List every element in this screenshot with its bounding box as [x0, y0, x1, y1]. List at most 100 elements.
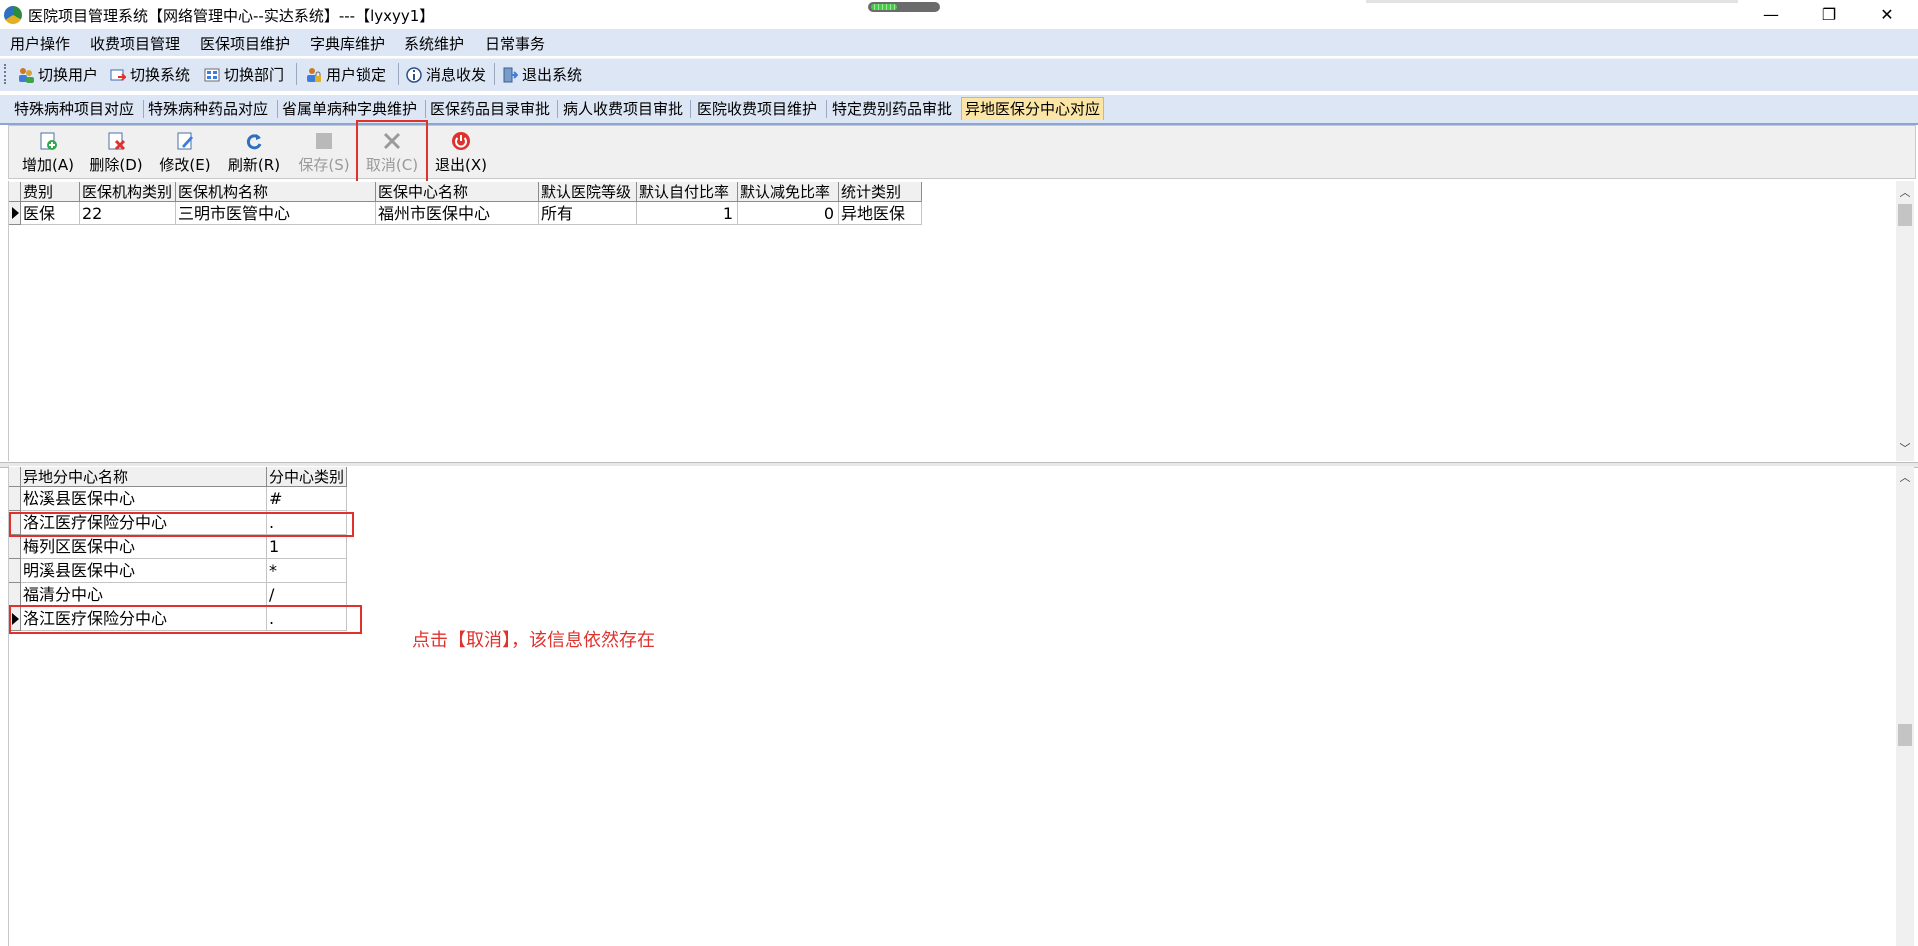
table-cell[interactable]: * [267, 559, 347, 583]
column-header[interactable]: 默认减免比率 [738, 182, 839, 202]
edit-icon [174, 130, 196, 152]
table-cell[interactable]: 福清分中心 [21, 583, 267, 607]
tab-special-disease-drugs[interactable]: 特殊病种药品对应 [145, 98, 271, 120]
progress-indicator [868, 2, 940, 12]
edit-button[interactable]: 修改(E) [155, 128, 215, 175]
table-cell[interactable]: # [267, 487, 347, 511]
exit-button[interactable]: 退出(X) [431, 128, 491, 175]
toolbar-separator [494, 63, 495, 85]
scroll-thumb[interactable] [1898, 724, 1912, 746]
toolbar-separator [296, 63, 297, 85]
background-window-edge [1366, 0, 1738, 3]
message-label: 消息收发 [426, 66, 487, 84]
annotation-text: 点击【取消】，该信息依然存在 [412, 630, 655, 651]
column-header[interactable]: 默认自付比率 [637, 182, 738, 202]
menu-dictionary[interactable]: 字典库维护 [310, 33, 385, 54]
scroll-up-arrow-icon[interactable]: ︿ [1896, 184, 1914, 200]
save-icon [313, 130, 335, 152]
app-logo-icon [4, 6, 22, 24]
delete-button[interactable]: 删除(D) [86, 128, 146, 175]
column-header[interactable]: 分中心类别 [267, 467, 347, 487]
window-title: 医院项目管理系统【网络管理中心--实达系统】---【lyxyy1】 [28, 7, 435, 25]
refresh-label: 刷新(R) [227, 156, 281, 174]
exit-label: 退出(X) [435, 156, 487, 174]
column-header[interactable]: 异地分中心名称 [21, 467, 267, 487]
main-toolbar [0, 58, 1918, 91]
department-icon [204, 67, 220, 83]
toolbar-grip [4, 64, 8, 84]
table-cell[interactable]: 1 [637, 202, 738, 225]
table-cell[interactable]: 异地医保 [839, 202, 922, 225]
tab-provincial-disease-dict[interactable]: 省属单病种字典维护 [279, 98, 420, 120]
menu-user-ops[interactable]: 用户操作 [10, 33, 70, 54]
tab-remote-insurance-center[interactable]: 异地医保分中心对应 [961, 97, 1105, 120]
column-header[interactable]: 医保机构名称 [176, 182, 376, 202]
table-cell[interactable]: / [267, 583, 347, 607]
add-icon [37, 130, 59, 152]
edit-label: 修改(E) [159, 156, 211, 174]
tab-separator [557, 100, 558, 118]
switch-system-button[interactable]: 切换系统 [110, 64, 190, 85]
minimize-button[interactable]: — [1748, 0, 1794, 29]
menu-daily[interactable]: 日常事务 [485, 33, 545, 54]
tab-insurance-drug-approval[interactable]: 医保药品目录审批 [427, 98, 553, 120]
toolbar-separator [398, 63, 399, 85]
tab-separator [425, 100, 426, 118]
switch-system-icon [110, 67, 128, 83]
menu-system[interactable]: 系统维护 [404, 33, 464, 54]
delete-icon [105, 130, 127, 152]
menu-charge-items[interactable]: 收费项目管理 [90, 33, 180, 54]
exit-door-icon [502, 67, 519, 83]
bottom-grid-scrollbar[interactable] [1896, 466, 1914, 946]
power-icon [450, 130, 472, 152]
switch-dept-label: 切换部门 [224, 66, 285, 84]
table-cell[interactable]: 明溪县医保中心 [21, 559, 267, 583]
tab-patient-charge-approval[interactable]: 病人收费项目审批 [560, 98, 686, 120]
tab-special-disease-items[interactable]: 特殊病种项目对应 [11, 98, 137, 120]
switch-dept-button[interactable]: 切换部门 [204, 64, 284, 85]
tab-special-fee-drug-approval[interactable]: 特定费别药品审批 [829, 98, 955, 120]
tab-hospital-charge-items[interactable]: 医院收费项目维护 [694, 98, 820, 120]
table-cell[interactable]: 梅列区医保中心 [21, 535, 267, 559]
menu-insurance-items[interactable]: 医保项目维护 [200, 33, 290, 54]
add-button[interactable]: 增加(A) [18, 128, 78, 175]
message-button[interactable]: 消息收发 [406, 64, 486, 85]
table-cell[interactable]: 松溪县医保中心 [21, 487, 267, 511]
refresh-button[interactable]: 刷新(R) [224, 128, 284, 175]
user-lock-label: 用户锁定 [326, 66, 387, 84]
cancel-highlight-box [356, 120, 428, 189]
table-cell[interactable]: 三明市医管中心 [176, 202, 376, 225]
tab-separator [143, 100, 144, 118]
close-button[interactable]: ✕ [1864, 0, 1910, 29]
tab-separator [277, 100, 278, 118]
users-icon [18, 67, 34, 83]
save-button[interactable]: 保存(S) [294, 128, 354, 175]
table-cell[interactable]: 0 [738, 202, 839, 225]
exit-system-button[interactable]: 退出系统 [502, 64, 582, 85]
table-cell[interactable]: 22 [80, 202, 176, 225]
switch-user-label: 切换用户 [38, 66, 99, 84]
column-header[interactable]: 医保机构类别 [80, 182, 176, 202]
column-header[interactable]: 医保中心名称 [376, 182, 539, 202]
switch-user-button[interactable]: 切换用户 [18, 64, 98, 85]
column-header[interactable]: 费别 [21, 182, 80, 202]
table-cell[interactable]: 福州市医保中心 [376, 202, 539, 225]
column-header[interactable]: 统计类别 [839, 182, 922, 202]
table-cell[interactable]: 医保 [21, 202, 80, 225]
scroll-thumb[interactable] [1898, 204, 1912, 226]
switch-system-label: 切换系统 [130, 66, 191, 84]
row-indicator-header [9, 182, 21, 202]
scroll-down-arrow-icon[interactable]: ﹀ [1896, 440, 1914, 456]
scroll-up-arrow-icon[interactable]: ︿ [1896, 469, 1914, 485]
restore-button[interactable]: ❐ [1806, 0, 1852, 29]
row-indicator[interactable] [9, 535, 21, 559]
row-indicator-current[interactable] [9, 202, 21, 225]
table-cell[interactable]: 1 [267, 535, 347, 559]
column-header[interactable]: 默认医院等级 [539, 182, 637, 202]
row-indicator[interactable] [9, 559, 21, 583]
row-indicator[interactable] [9, 487, 21, 511]
exit-system-label: 退出系统 [522, 66, 583, 84]
user-lock-button[interactable]: 用户锁定 [306, 64, 386, 85]
table-cell[interactable]: 所有 [539, 202, 637, 225]
row-indicator[interactable] [9, 583, 21, 607]
